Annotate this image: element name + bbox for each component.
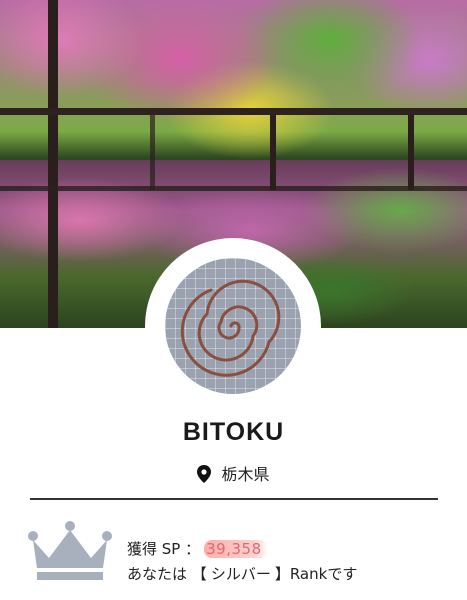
sp-separator: ： bbox=[185, 540, 201, 558]
cover-post-2 bbox=[408, 115, 414, 190]
location-text: 栃木県 bbox=[221, 465, 270, 484]
rank-row: あなたは 【シルバー 】Rankです bbox=[127, 563, 357, 584]
sp-label: 獲得 SP bbox=[127, 540, 181, 558]
cover-post-1 bbox=[270, 115, 276, 190]
rank-bracket-close: 】 bbox=[274, 565, 290, 583]
rank-prefix: あなたは bbox=[127, 565, 188, 583]
cover-post-3 bbox=[150, 115, 155, 190]
location: 栃木県 bbox=[0, 461, 467, 487]
divider bbox=[30, 498, 438, 500]
sp-value: 39,358 bbox=[204, 540, 268, 558]
avatar[interactable] bbox=[165, 258, 301, 394]
cover-pillar-left bbox=[48, 0, 58, 328]
map-pin-icon bbox=[197, 465, 212, 487]
rank-name: シルバー bbox=[210, 565, 271, 583]
rank-bracket-open: 【 bbox=[191, 565, 207, 583]
cover-rail-top bbox=[0, 108, 467, 115]
cover-rail-low bbox=[0, 186, 467, 191]
crown-icon bbox=[25, 520, 115, 588]
rank-suffix: Rankです bbox=[289, 565, 358, 583]
spiral-avatar-icon bbox=[180, 279, 281, 377]
sp-row: 獲得 SP ： 39,358 bbox=[127, 538, 268, 559]
username: BITOKU bbox=[182, 418, 285, 446]
